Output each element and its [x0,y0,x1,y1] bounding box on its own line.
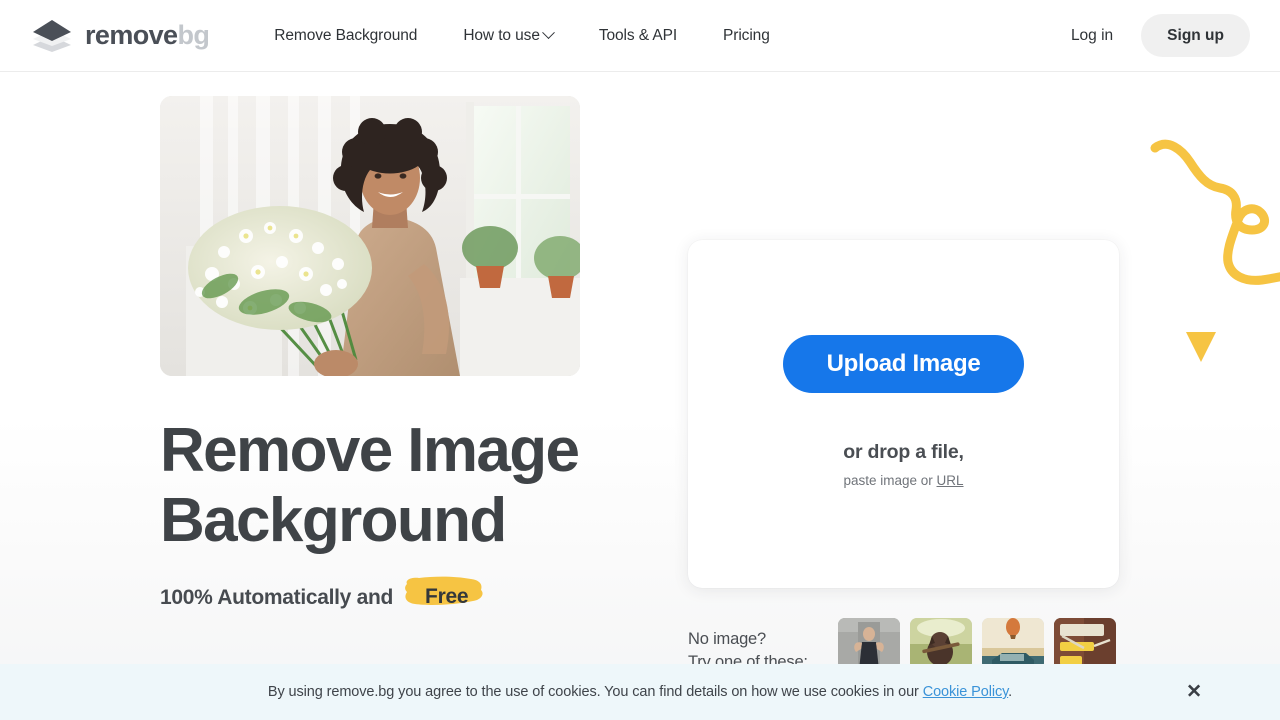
cookie-consent-banner: By using remove.bg you agree to the use … [0,664,1280,720]
login-link[interactable]: Log in [1053,27,1131,45]
page-title: Remove Image Background [160,416,640,556]
hero-photo [160,96,580,376]
cookie-text-before: By using remove.bg you agree to the use … [267,684,923,700]
paste-url-link[interactable]: URL [937,473,964,488]
nav-label: Tools & API [598,26,678,44]
brand-wordmark: removebg [85,20,210,50]
sample-woman-flexing[interactable] [838,618,900,670]
drop-file-text: or drop a file, [843,440,964,463]
paste-hint-prefix: paste image or [843,472,937,488]
sample-label-line1: No image? [688,630,766,648]
signup-button[interactable]: Sign up [1141,14,1250,57]
nav-item-tools-api[interactable]: Tools & API [576,27,700,45]
cookie-policy-link[interactable]: Cookie Policy [923,684,1009,700]
header-account-actions: Log in Sign up [1053,14,1250,57]
close-icon[interactable]: ✕ [1186,683,1202,702]
free-highlight: Free [405,576,486,613]
nav-label: Remove Background [274,26,418,44]
free-label: Free [425,585,469,608]
main-navigation: Remove Background How to use Tools & API… [251,26,793,45]
nav-item-how-to-use[interactable]: How to use [440,26,576,45]
sample-paint-rollers[interactable] [1054,618,1116,670]
sample-dog-with-stick[interactable] [910,618,972,670]
site-header: removebg Remove Background How to use To… [0,0,1280,72]
brand-name-primary: remove [85,20,178,50]
hero-subtitle-text: 100% Automatically and [160,585,394,609]
logo-home-link[interactable]: removebg [30,19,210,53]
cookie-text-after: . [1008,684,1013,700]
chevron-down-icon [541,26,555,40]
nav-item-remove-background[interactable]: Remove Background [251,27,440,45]
sample-balloon-over-car[interactable] [982,618,1044,670]
nav-label: Pricing [723,26,770,44]
hero-title-line2: Background [160,486,507,555]
sample-thumbnails [838,618,1116,670]
upload-dropzone-card[interactable]: Upload Image or drop a file, paste image… [688,240,1119,588]
brand-name-secondary: bg [177,20,210,50]
layers-diamond-icon [30,19,74,53]
hero-title-line1: Remove Image [160,416,580,485]
paste-image-hint: paste image or URL [843,473,963,488]
nav-item-pricing[interactable]: Pricing [700,27,793,45]
hero-section: Remove Image Background 100% Automatical… [160,96,630,613]
cookie-message: By using remove.bg you agree to the use … [268,684,1012,700]
nav-label: How to use [463,26,540,44]
upload-image-button[interactable]: Upload Image [782,334,1025,393]
hero-subtitle: 100% Automatically and Free [160,576,630,613]
